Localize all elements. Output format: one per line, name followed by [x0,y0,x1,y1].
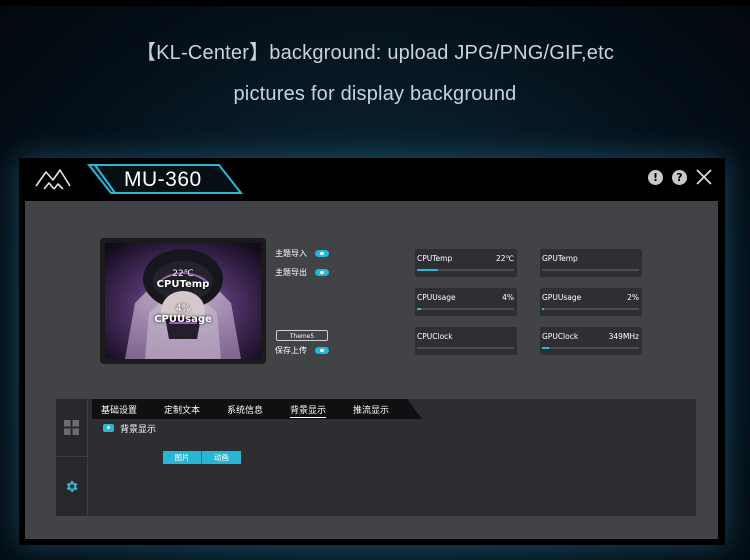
sidebar-divider [56,456,87,457]
help-icon[interactable]: ? [672,170,687,185]
settings-panel: 基础设置 定制文本 系统信息 背景显示 推流显示 背景显示 图片 动画 [56,399,696,516]
headline-line-1: 【KL-Center】background: upload JPG/PNG/GI… [135,42,615,64]
tab-custom-text[interactable]: 定制文本 [164,403,200,416]
grid-icon[interactable] [64,420,79,435]
app-window: MU-360 ! ? 22℃ CPUTemp 4% CPUUsage 主题导入 … [19,158,725,545]
preview-usage-label: CPUUsage [154,314,212,325]
metric-bar-track [542,308,639,310]
metric-bar-fill [417,308,421,310]
panel-sidebar [56,399,87,516]
anime-background-artwork [105,243,261,359]
theme-import-toggle[interactable] [315,250,329,257]
metric-cpu-usage: CPUUsage 4% [415,288,517,316]
metric-bar-track [417,269,514,271]
metric-bar-track [542,269,639,271]
metric-gpu-usage: GPUUsage 2% [540,288,642,316]
metric-bar-fill [542,347,549,349]
theme-name-button[interactable]: Theme5 [276,330,328,341]
theme-import-label: 主题导入 [275,249,307,258]
top-black-strip [0,0,750,6]
metric-bar-fill [542,308,544,310]
metric-name: GPUUsage [542,293,582,302]
tab-system-info[interactable]: 系统信息 [227,403,263,416]
gear-icon[interactable] [64,479,79,494]
metric-name: CPUUsage [417,293,456,302]
metric-bar-track [417,347,514,349]
tab-background-display[interactable]: 背景显示 [290,403,327,418]
metric-value: 22℃ [496,254,514,263]
image-button[interactable]: 图片 [163,451,202,464]
main-content: 22℃ CPUTemp 4% CPUUsage 主题导入 主题导出 Theme5… [25,201,718,539]
metric-name: CPUClock [417,332,453,341]
metric-cpu-clock: CPUClock [415,327,517,355]
metric-gpu-clock: GPUClock 349MHz [540,327,642,355]
sidebar-divider-vertical [87,399,88,516]
preview-temp-label: CPUTemp [156,279,210,290]
metric-bar-track [417,308,514,310]
metric-value: 2% [627,293,639,302]
tab-stream-display[interactable]: 推流显示 [353,403,389,416]
animation-button[interactable]: 动画 [202,451,241,464]
camera-icon [103,424,114,432]
preview-temp-value: 22℃ [172,269,194,279]
metric-gpu-temp: GPUTemp [540,249,642,277]
metric-cpu-temp: CPUTemp 22℃ [415,249,517,277]
save-upload-label: 保存上传 [275,346,307,355]
metric-name: GPUClock [542,332,579,341]
kl-logo-icon [35,169,71,190]
metric-value: 349MHz [608,332,639,341]
save-upload-toggle[interactable] [315,347,329,354]
metric-bar-fill [417,269,439,271]
metric-value: 4% [502,293,514,302]
close-icon[interactable] [695,168,713,186]
theme-export-toggle[interactable] [315,269,329,276]
section-title: 背景显示 [120,425,157,435]
headline-line-2: pictures for display background [233,83,517,105]
lcd-preview[interactable]: 22℃ CPUTemp 4% CPUUsage [100,238,266,364]
theme-export-label: 主题导出 [275,268,307,277]
background-image-preview: 22℃ CPUTemp 4% CPUUsage [105,243,261,359]
metric-bar-track [542,347,639,349]
info-icon[interactable]: ! [648,170,663,185]
tab-basic-settings[interactable]: 基础设置 [101,403,137,416]
metric-name: GPUTemp [542,254,578,263]
window-title: MU-360 [124,168,202,191]
metric-name: CPUTemp [417,254,453,263]
preview-usage-value: 4% [175,304,191,314]
